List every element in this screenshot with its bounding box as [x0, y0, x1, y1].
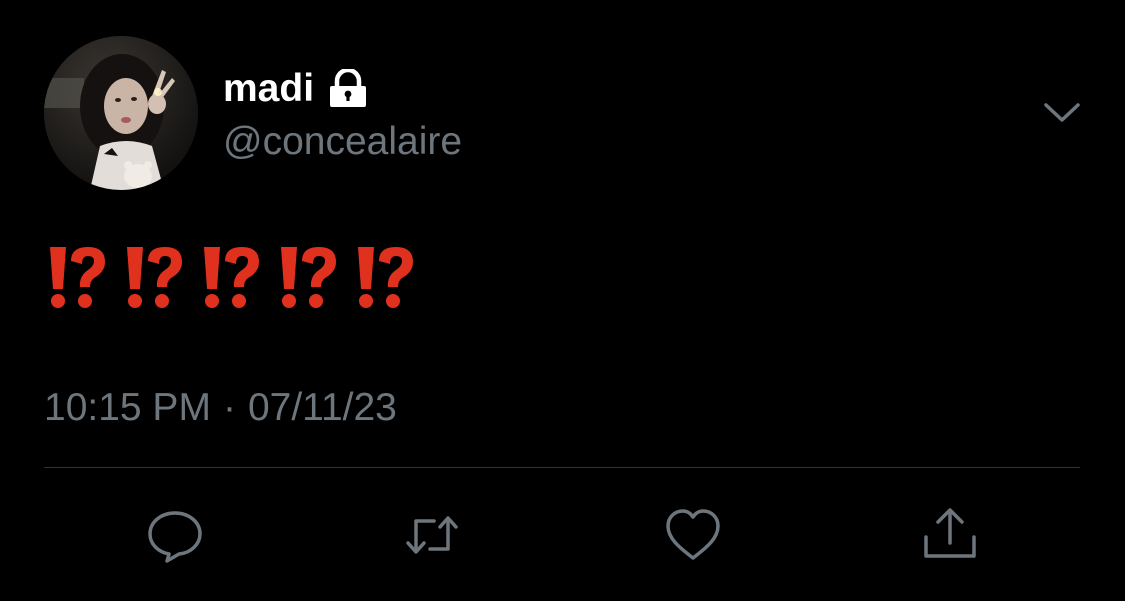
comment-icon	[148, 511, 202, 563]
timestamp-separator: ·	[222, 386, 236, 429]
interrobang-emoji	[275, 243, 338, 313]
share-icon	[924, 508, 976, 558]
tweet-text	[44, 243, 415, 313]
reply-button[interactable]	[145, 505, 205, 565]
handle[interactable]: @concealaire	[223, 120, 462, 164]
interrobang-emoji	[121, 243, 184, 313]
chevron-down-icon[interactable]	[1041, 96, 1083, 130]
retweet-button[interactable]	[402, 505, 462, 565]
display-name[interactable]: madi	[223, 68, 314, 110]
like-button[interactable]	[663, 505, 723, 565]
share-button[interactable]	[920, 505, 980, 565]
timestamp[interactable]: 10:15 PM · 07/11/23	[44, 386, 397, 430]
interrobang-emoji	[44, 243, 107, 313]
interrobang-emoji	[198, 243, 261, 313]
name-row: madi	[223, 68, 368, 110]
divider	[44, 467, 1080, 468]
interrobang-emoji	[352, 243, 415, 313]
avatar[interactable]	[44, 36, 198, 190]
heart-icon	[666, 509, 720, 560]
tweet-time: 10:15 PM	[44, 386, 211, 429]
tweet: madi @concealaire 10:15 PM · 07/11/23	[0, 0, 1125, 601]
retweet-icon	[406, 516, 458, 554]
lock-icon	[328, 69, 368, 109]
tweet-date: 07/11/23	[247, 386, 397, 429]
avatar-photo	[44, 36, 198, 190]
